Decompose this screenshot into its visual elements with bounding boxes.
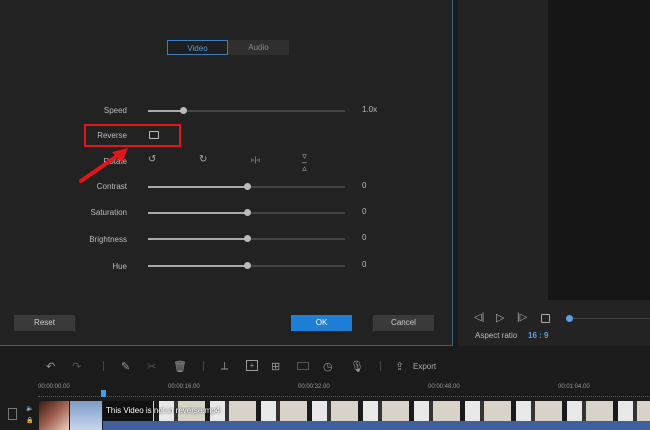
reset-button[interactable]: Reset <box>14 315 75 331</box>
microphone-icon[interactable]: 🎙 <box>350 360 364 373</box>
tab-video[interactable]: Video <box>167 40 228 55</box>
cut-icon[interactable]: ✂ <box>147 360 156 373</box>
rotate-left-icon[interactable]: ↺ <box>148 154 156 165</box>
contrast-label: Contrast <box>96 182 127 191</box>
time-tick: 00:01:04.00 <box>558 384 590 390</box>
contrast-slider[interactable] <box>148 183 345 190</box>
speed-label: Speed <box>103 106 127 115</box>
cancel-button[interactable]: Cancel <box>373 315 434 331</box>
hue-value: 0 <box>362 260 367 269</box>
clip-name: This Video is not in reverse.mp4 <box>106 406 221 415</box>
redo-icon[interactable]: ↷ <box>72 360 81 373</box>
export-icon[interactable]: ⇪ <box>395 360 404 373</box>
reverse-checkbox[interactable] <box>149 131 159 139</box>
playhead[interactable] <box>101 390 106 397</box>
saturation-label: Saturation <box>90 208 127 217</box>
contrast-value: 0 <box>362 181 367 190</box>
brightness-slider[interactable] <box>148 235 345 242</box>
video-preview <box>548 0 650 300</box>
divider <box>103 361 104 371</box>
play-icon[interactable]: ▷ <box>496 311 504 324</box>
split-icon[interactable]: ⊞ <box>271 360 280 373</box>
aspect-ratio-label: Aspect ratio <box>475 331 518 340</box>
mosaic-icon[interactable] <box>297 362 309 370</box>
divider <box>380 361 381 371</box>
hue-label: Hue <box>112 262 127 271</box>
export-button[interactable]: Export <box>413 362 436 371</box>
time-tick: 00:00:48.00 <box>428 384 460 390</box>
flip-vertical-icon[interactable]: ▿ – ▵ <box>302 152 307 173</box>
delete-icon[interactable]: 🗑 <box>173 360 187 373</box>
track-icon <box>8 408 17 420</box>
time-tick: 00:00:32.00 <box>298 384 330 390</box>
zoom-icon[interactable]: + <box>246 360 258 371</box>
lock-icon[interactable]: 🔒 <box>26 417 33 424</box>
rotate-right-icon[interactable]: ↻ <box>199 154 207 165</box>
clip-thumbnail[interactable] <box>39 401 69 430</box>
ok-button[interactable]: OK <box>291 315 352 331</box>
next-frame-icon[interactable]: |▷ <box>517 312 527 323</box>
clip-thumbnail[interactable] <box>70 401 102 430</box>
duration-clock-icon[interactable]: ◷ <box>323 360 333 373</box>
saturation-slider[interactable] <box>148 209 345 216</box>
time-tick: 00:00:00.00 <box>38 384 70 390</box>
brightness-value: 0 <box>362 233 367 242</box>
speed-value: 1.0x <box>362 105 378 114</box>
hue-slider[interactable] <box>148 262 345 269</box>
reverse-label: Reverse <box>97 131 127 140</box>
time-tick: 00:00:16.00 <box>168 384 200 390</box>
edit-pencil-icon[interactable]: ✎ <box>121 360 130 373</box>
tab-audio[interactable]: Audio <box>228 40 289 55</box>
aspect-ratio-value[interactable]: 16 : 9 <box>528 331 548 340</box>
crop-icon[interactable]: ⟂ <box>221 360 228 373</box>
brightness-label: Brightness <box>89 235 127 244</box>
red-arrow-annotation <box>79 148 128 183</box>
undo-icon[interactable]: ↶ <box>46 360 55 373</box>
video-settings-dialog: Video Audio Speed 1.0x Reverse Rotate ↺ … <box>0 0 453 346</box>
flip-horizontal-icon[interactable]: ▹|◃ <box>251 156 260 164</box>
stop-icon[interactable] <box>541 314 550 323</box>
prev-frame-icon[interactable]: ◁| <box>474 312 484 323</box>
playback-progress[interactable] <box>566 315 650 322</box>
speed-slider[interactable] <box>148 107 345 114</box>
saturation-value: 0 <box>362 207 367 216</box>
mute-icon[interactable]: 🔈 <box>26 405 33 412</box>
time-ruler[interactable] <box>38 396 650 398</box>
divider <box>203 361 204 371</box>
audio-bar <box>103 421 650 430</box>
